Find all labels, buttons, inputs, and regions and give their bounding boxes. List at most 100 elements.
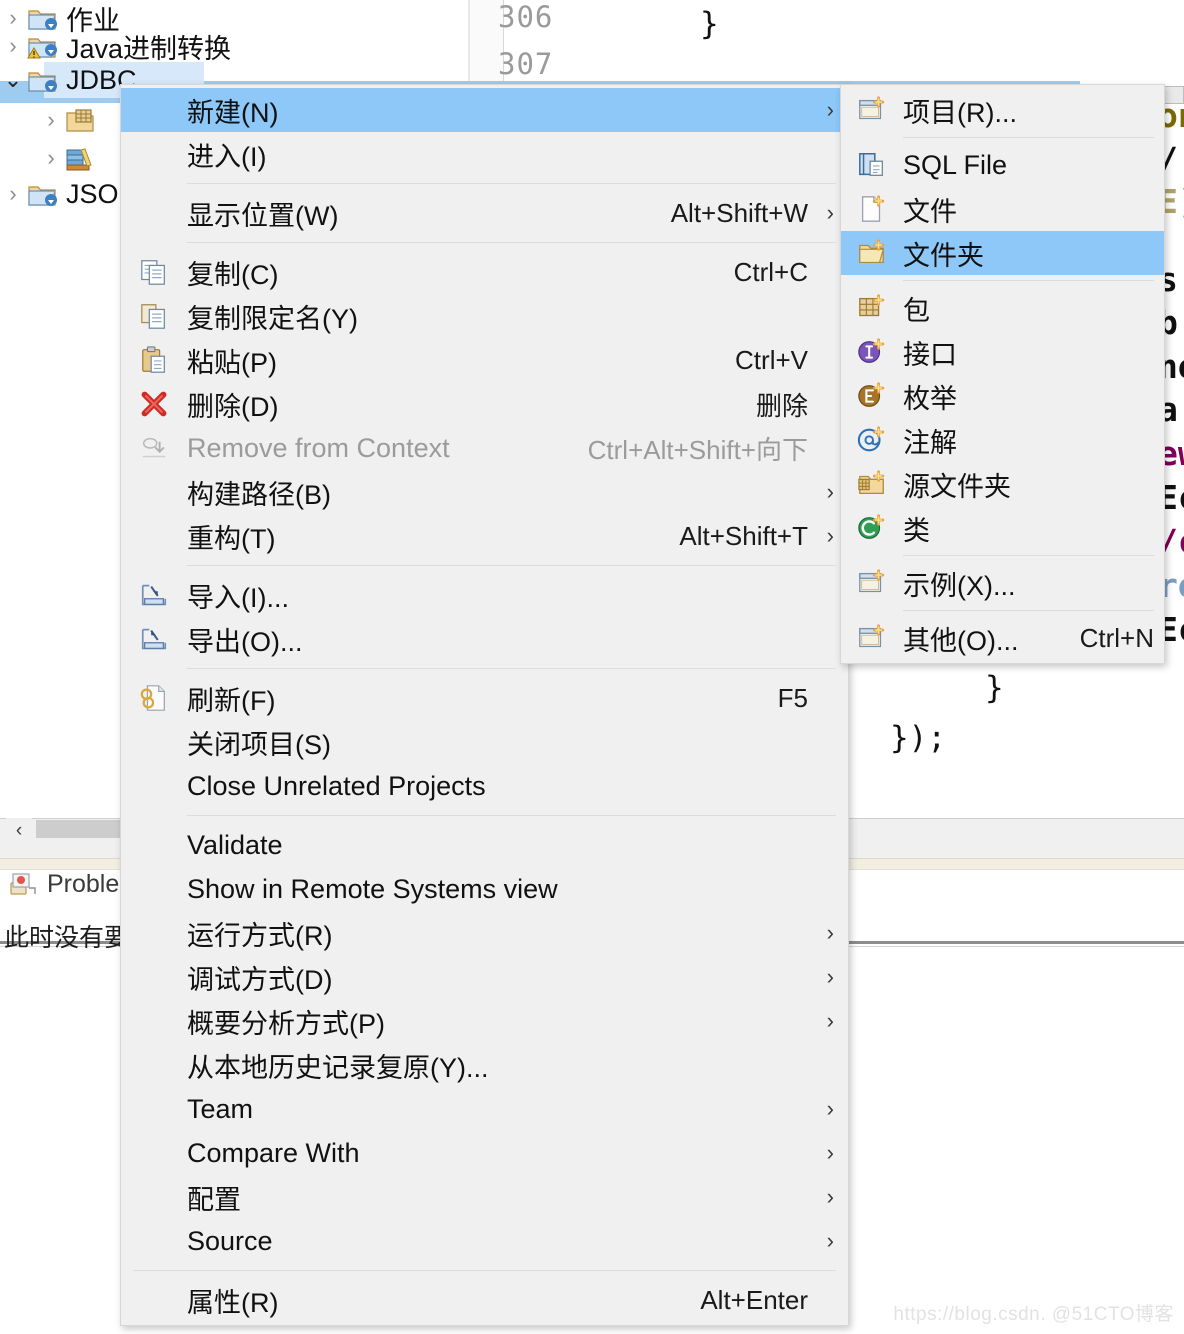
refresh-icon: [121, 683, 187, 713]
menu-item-copy[interactable]: 复制(C)Ctrl+C›: [121, 250, 848, 294]
menu-item-build-path[interactable]: 构建路径(B) ›: [121, 470, 848, 514]
chevron-right-icon[interactable]: ›: [0, 183, 26, 205]
submenu-item-other[interactable]: 其他(O)... Ctrl+N: [841, 616, 1164, 660]
submenu-item-package[interactable]: 包: [841, 286, 1164, 330]
chevron-left-icon[interactable]: ‹: [6, 818, 32, 844]
menu-item-label: 概要分析方式(P): [187, 1008, 385, 1039]
menu-item-close-project[interactable]: 关闭项目(S)›: [121, 720, 848, 764]
menu-item-label: 属性(R): [187, 1287, 279, 1318]
submenu-item-example[interactable]: 示例(X)...: [841, 561, 1164, 605]
chevron-right-icon: ›: [826, 1228, 834, 1253]
menu-separator: [187, 815, 836, 816]
export-icon: [121, 624, 187, 654]
menu-item-label: Source: [187, 1225, 273, 1256]
library-icon: [64, 142, 96, 174]
submenu-item-enum[interactable]: 枚举: [841, 374, 1164, 418]
menu-item-source[interactable]: Source ›: [121, 1219, 848, 1263]
chevron-down-icon[interactable]: ⌄: [0, 69, 26, 91]
chevron-right-icon[interactable]: ›: [0, 7, 26, 29]
menu-item-show-in-remote-systems-view[interactable]: Show in Remote Systems view›: [121, 867, 848, 911]
tree-item[interactable]: › Java进制转换: [0, 28, 231, 64]
menu-item-run-as[interactable]: 运行方式(R) ›: [121, 911, 848, 955]
chevron-right-icon[interactable]: ›: [38, 109, 64, 131]
remove-from-context-icon: [121, 433, 187, 463]
chevron-right-icon[interactable]: ›: [0, 35, 26, 57]
eclipse-workbench-screenshot: 306307 }}}); on/E)sbnea.ewEc/creEc ‹ Pro…: [0, 0, 1184, 1334]
tree-item-label: Java进制转换: [66, 33, 232, 64]
menu-item-remove-from-context[interactable]: Remove from ContextCtrl+Alt+Shift+向下›: [121, 426, 848, 470]
menu-item-go-into[interactable]: 进入(I)›: [121, 132, 848, 176]
menu-item-label: 显示位置(W): [187, 200, 339, 231]
submenu-item-label: 包: [903, 295, 930, 326]
menu-item-restore-from-local-history[interactable]: 从本地历史记录复原(Y)...›: [121, 1043, 848, 1087]
menu-item-copy-qualified-name[interactable]: 复制限定名(Y)›: [121, 294, 848, 338]
chevron-right-icon: ›: [826, 479, 834, 504]
menu-item-team[interactable]: Team ›: [121, 1087, 848, 1131]
new-submenu[interactable]: 项目(R)... SQL File 文件文件夹包接口枚举注解源文件夹类示例(X)..…: [840, 84, 1165, 664]
import-icon: [121, 580, 187, 610]
submenu-item-label: 枚举: [903, 383, 957, 414]
menu-separator: [187, 668, 836, 669]
submenu-item-sql-file[interactable]: SQL File: [841, 143, 1164, 187]
menu-item-label: 调试方式(D): [187, 964, 333, 995]
new-class-icon: [841, 513, 903, 543]
paste-icon: [121, 345, 187, 375]
menu-item-new[interactable]: 新建(N) ›: [121, 88, 848, 132]
editor-line-number: 307: [498, 47, 554, 81]
menu-item-accelerator: F5: [777, 682, 808, 713]
submenu-item-interface[interactable]: 接口: [841, 330, 1164, 374]
submenu-item-label: 接口: [903, 339, 957, 370]
editor-code-token: });: [890, 720, 946, 756]
menu-item-profile-as[interactable]: 概要分析方式(P) ›: [121, 999, 848, 1043]
editor-code-token: }: [985, 670, 1004, 706]
context-menu[interactable]: 新建(N)›进入(I)›显示位置(W)Alt+Shift+W›复制(C)Ctrl…: [120, 84, 849, 1326]
submenu-item-class[interactable]: 类: [841, 506, 1164, 550]
menu-item-accelerator: 删除: [755, 390, 808, 421]
tree-item[interactable]: ⌄ JDBC: [0, 62, 137, 98]
tree-item[interactable]: ›: [38, 102, 104, 138]
menu-separator: [187, 183, 836, 184]
copy-qualified-icon: [121, 301, 187, 331]
new-enum-icon: [841, 381, 903, 411]
submenu-item-project[interactable]: 项目(R)...: [841, 88, 1164, 132]
new-package-icon: [841, 293, 903, 323]
submenu-item-annotation[interactable]: 注解: [841, 418, 1164, 462]
menu-item-debug-as[interactable]: 调试方式(D) ›: [121, 955, 848, 999]
submenu-separator: [903, 555, 1154, 556]
menu-item-properties[interactable]: 属性(R)Alt+Enter›: [121, 1278, 848, 1322]
tree-item[interactable]: ›: [38, 140, 104, 176]
menu-item-close-unrelated-projects[interactable]: Close Unrelated Projects›: [121, 764, 848, 808]
submenu-item-label: 注解: [903, 427, 957, 458]
sql-file-icon: [841, 150, 903, 180]
submenu-item-label: 文件: [903, 196, 957, 227]
menu-item-accelerator: Alt+Shift+W: [670, 197, 808, 228]
menu-item-paste[interactable]: 粘贴(P)Ctrl+V›: [121, 338, 848, 382]
menu-separator: [187, 565, 836, 566]
menu-item-validate[interactable]: Validate›: [121, 823, 848, 867]
submenu-item-folder[interactable]: 文件夹: [841, 231, 1164, 275]
menu-item-label: 删除(D): [187, 391, 279, 422]
menu-item-show-in[interactable]: 显示位置(W) Alt+Shift+W ›: [121, 191, 848, 235]
menu-item-import[interactable]: 导入(I)...›: [121, 573, 848, 617]
menu-item-configure[interactable]: 配置 ›: [121, 1175, 848, 1219]
menu-item-refactor[interactable]: 重构(T) Alt+Shift+T ›: [121, 514, 848, 558]
menu-item-refresh[interactable]: 刷新(F)F5›: [121, 676, 848, 720]
menu-item-export[interactable]: 导出(O)...›: [121, 617, 848, 661]
menu-item-label: 复制限定名(Y): [187, 303, 358, 334]
menu-item-label: 新建(N): [187, 97, 279, 128]
submenu-item-source-folder[interactable]: 源文件夹: [841, 462, 1164, 506]
menu-separator: [133, 1270, 836, 1271]
menu-item-accelerator: Ctrl+Alt+Shift+向下: [587, 434, 808, 465]
menu-item-compare-with[interactable]: Compare With ›: [121, 1131, 848, 1175]
submenu-item-label: 项目(R)...: [903, 97, 1017, 128]
menu-item-label: Close Unrelated Projects: [187, 770, 486, 801]
tree-item[interactable]: › JSON: [0, 176, 138, 212]
menu-item-label: Validate: [187, 829, 283, 860]
submenu-separator: [903, 137, 1154, 138]
submenu-item-file[interactable]: 文件: [841, 187, 1164, 231]
menu-item-label: 关闭项目(S): [187, 729, 331, 760]
project-folder-icon: [26, 64, 58, 96]
menu-item-delete[interactable]: 删除(D)删除›: [121, 382, 848, 426]
view-tab-placeholder: [36, 820, 131, 838]
chevron-right-icon[interactable]: ›: [38, 147, 64, 169]
